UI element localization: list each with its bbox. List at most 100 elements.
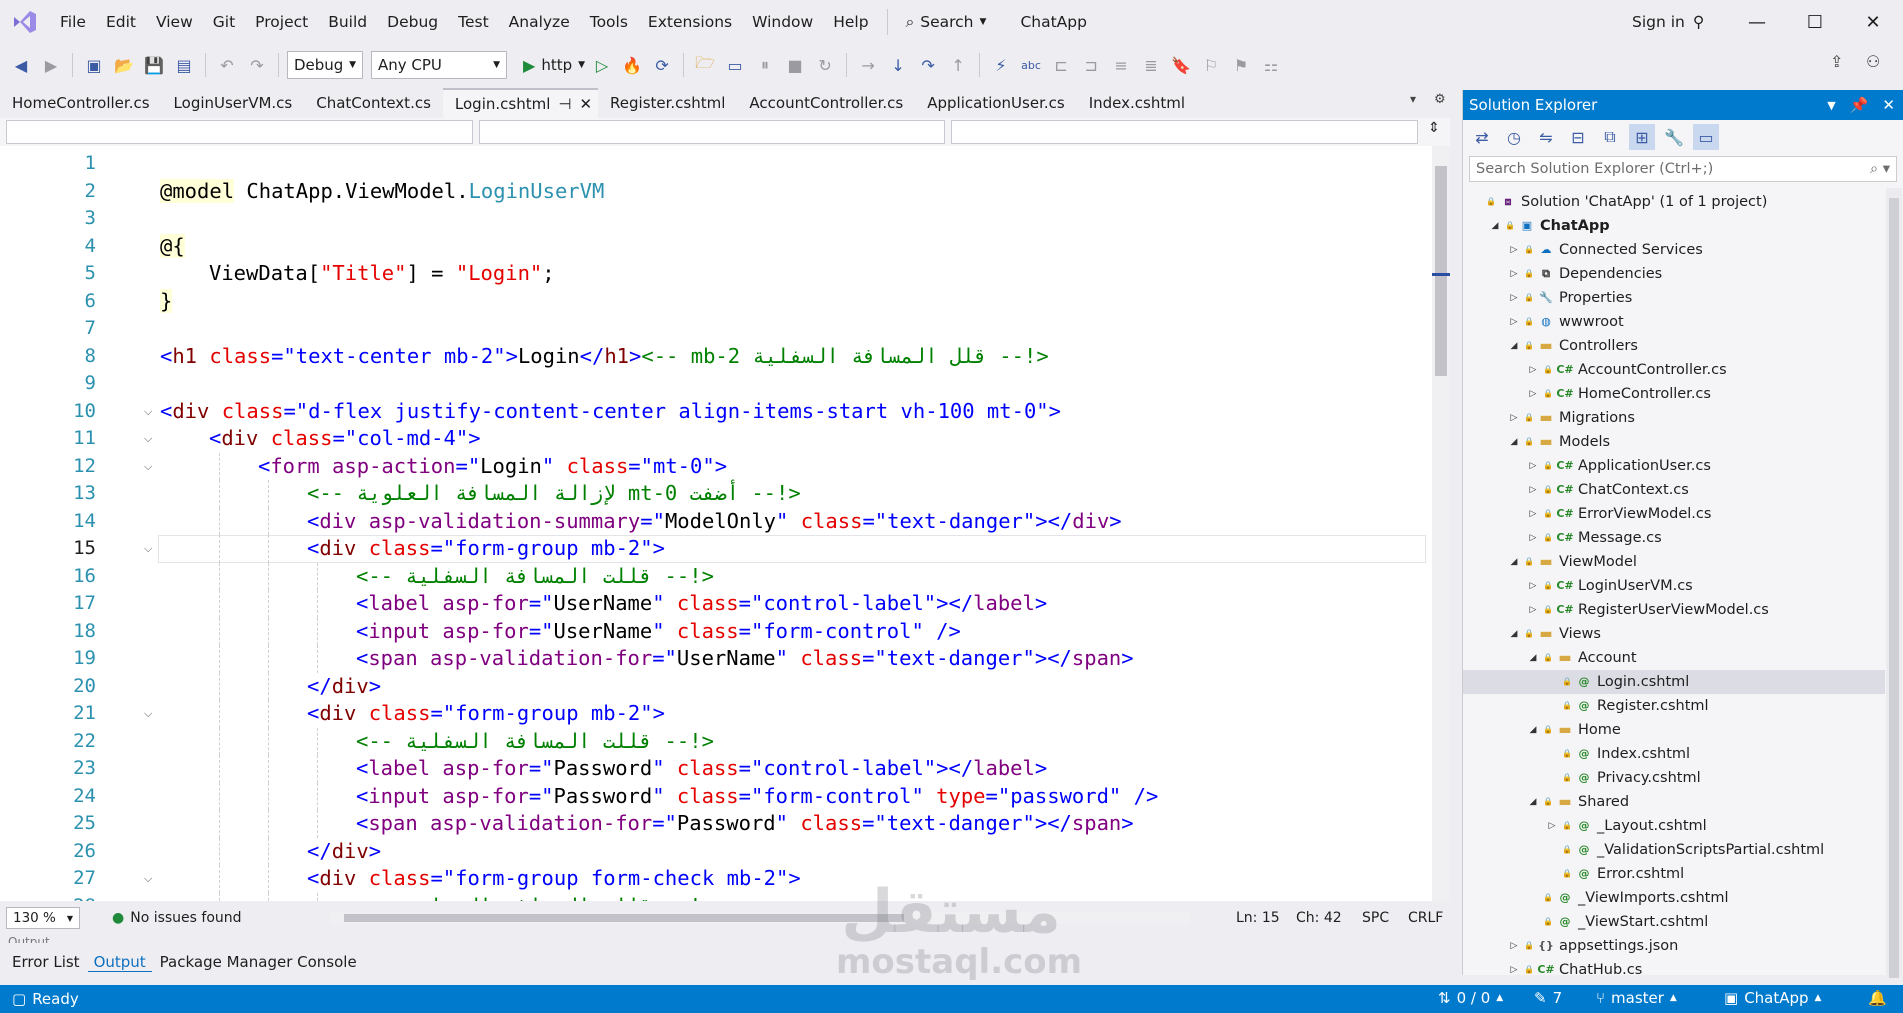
pending-changes-icon[interactable]: ◷ <box>1501 124 1527 150</box>
tree-scrollbar[interactable] <box>1886 188 1902 978</box>
expand-arrow-icon[interactable]: ▷ <box>1509 958 1519 982</box>
close-panel-icon[interactable]: ✕ <box>1882 96 1895 114</box>
collapse-arrow-icon[interactable]: ◢ <box>1509 622 1519 646</box>
expand-arrow-icon[interactable]: ▷ <box>1509 934 1519 958</box>
git-changes-indicator[interactable]: ⇅ 0 / 0 ▲ <box>1426 989 1515 1007</box>
expand-arrow-icon[interactable]: ▷ <box>1528 526 1538 550</box>
redo-icon[interactable]: ↷ <box>244 52 270 78</box>
expand-arrow-icon[interactable]: ▷ <box>1509 310 1519 334</box>
maximize-button[interactable]: ☐ <box>1786 0 1844 44</box>
tree-item[interactable]: ▷ 🔒 C# LoginUserVM.cs <box>1463 574 1885 598</box>
configuration-dropdown[interactable]: Debug ▼ <box>287 51 363 79</box>
collapse-arrow-icon[interactable]: ◢ <box>1509 430 1519 454</box>
tree-item[interactable]: ▷ 🔒 ▬ Migrations <box>1463 406 1885 430</box>
solution-explorer-search[interactable]: Search Solution Explorer (Ctrl+;) ⌕ ▾ <box>1469 156 1897 182</box>
tree-item[interactable]: 🔒 @ Login.cshtml <box>1463 670 1885 694</box>
restart-icon[interactable]: ↻ <box>812 52 838 78</box>
minimize-button[interactable]: — <box>1728 0 1786 44</box>
clear-bookmarks-icon[interactable]: ⚏ <box>1258 52 1284 78</box>
menu-item-window[interactable]: Window <box>742 0 823 44</box>
layout-icon[interactable]: ▭ <box>722 52 748 78</box>
undo-icon[interactable]: ↶ <box>214 52 240 78</box>
previous-bookmark-icon[interactable]: ⚐ <box>1198 52 1224 78</box>
collapse-arrow-icon[interactable]: ◢ <box>1509 334 1519 358</box>
menu-item-tools[interactable]: Tools <box>580 0 638 44</box>
expand-arrow-icon[interactable]: ▷ <box>1528 358 1538 382</box>
share-icon[interactable]: ⇪ <box>1830 52 1843 71</box>
show-all-files-icon[interactable]: ⧉ <box>1597 124 1623 150</box>
tab-accountcontroller-cs[interactable]: AccountController.cs <box>737 88 915 118</box>
expand-arrow-icon[interactable]: ▷ <box>1547 814 1557 838</box>
fold-chevron-icon[interactable]: ⌵ <box>144 700 152 728</box>
repository-indicator[interactable]: ▣ ChatApp ▲ <box>1712 989 1833 1007</box>
collapse-arrow-icon[interactable]: ◢ <box>1528 646 1538 670</box>
start-debugging-button[interactable]: ▶ http ▼ <box>523 56 585 75</box>
tree-item[interactable]: ▷ 🔒 @ _Layout.cshtml <box>1463 814 1885 838</box>
menu-item-analyze[interactable]: Analyze <box>499 0 580 44</box>
expand-arrow-icon[interactable]: ▷ <box>1528 598 1538 622</box>
menu-item-project[interactable]: Project <box>245 0 318 44</box>
line-indicator[interactable]: Ln: 15 <box>1236 910 1280 926</box>
feedback-icon[interactable]: ⚇ <box>1866 52 1880 71</box>
show-next-statement-icon[interactable]: → <box>855 52 881 78</box>
expand-arrow-icon[interactable]: ▷ <box>1528 478 1538 502</box>
menu-item-file[interactable]: File <box>50 0 96 44</box>
tab-chatcontext-cs[interactable]: ChatContext.cs <box>304 88 443 118</box>
tree-item[interactable]: 🔒 @ _ViewStart.cshtml <box>1463 910 1885 934</box>
notifications-bell-icon[interactable]: 🔔 <box>1868 989 1887 1007</box>
column-indicator[interactable]: Ch: 42 <box>1296 910 1342 926</box>
collapse-arrow-icon[interactable]: ◢ <box>1528 790 1538 814</box>
menu-item-help[interactable]: Help <box>823 0 878 44</box>
tree-item[interactable]: 🔒 @ _ViewImports.cshtml <box>1463 886 1885 910</box>
split-editor-icon[interactable]: ⇕ <box>1424 120 1444 144</box>
tree-item[interactable]: ▷ 🔒 🔧 Properties <box>1463 286 1885 310</box>
tree-item[interactable]: ◢ 🔒 ▬ Account <box>1463 646 1885 670</box>
next-bookmark-icon[interactable]: ⚑ <box>1228 52 1254 78</box>
switch-views-icon[interactable]: ⇄ <box>1469 124 1495 150</box>
bottom-tab-error-list[interactable]: Error List <box>6 953 86 972</box>
tab-register-cshtml[interactable]: Register.cshtml <box>598 88 737 118</box>
tree-item[interactable]: 🔒 @ Error.cshtml <box>1463 862 1885 886</box>
bookmark-icon[interactable]: 🔖 <box>1168 52 1194 78</box>
collapse-arrow-icon[interactable]: ◢ <box>1490 214 1500 238</box>
collapse-arrow-icon[interactable]: ◢ <box>1528 718 1538 742</box>
navigate-back-icon[interactable]: ◀ <box>8 52 34 78</box>
indent-icon[interactable]: ≣ <box>1138 52 1164 78</box>
tab-applicationuser-cs[interactable]: ApplicationUser.cs <box>915 88 1076 118</box>
expand-arrow-icon[interactable]: ▷ <box>1528 574 1538 598</box>
start-without-debugging-icon[interactable]: ▷ <box>589 52 615 78</box>
tree-item[interactable]: ◢ 🔒 ▣ ChatApp <box>1463 214 1885 238</box>
horizontal-scrollbar[interactable] <box>330 912 1190 924</box>
edits-indicator[interactable]: ✎ 7 <box>1522 989 1574 1007</box>
new-item-icon[interactable]: ▣ <box>81 52 107 78</box>
hot-reload-icon[interactable]: 🔥 <box>619 52 645 78</box>
expand-arrow-icon[interactable]: ▷ <box>1509 238 1519 262</box>
step-out-icon[interactable]: ↑ <box>945 52 971 78</box>
tree-item[interactable]: ◢ 🔒 ▬ Views <box>1463 622 1885 646</box>
refresh-icon[interactable]: ⟳ <box>649 52 675 78</box>
spell-check-icon[interactable]: abc <box>1018 52 1044 78</box>
tree-item[interactable]: ▷ 🔒 C# ApplicationUser.cs <box>1463 454 1885 478</box>
close-button[interactable]: ✕ <box>1844 0 1902 44</box>
tree-item[interactable]: ▷ 🔒 C# ChatHub.cs <box>1463 958 1885 982</box>
stop-icon[interactable]: ■ <box>782 52 808 78</box>
tree-item[interactable]: 🔒 ⧈ Solution 'ChatApp' (1 of 1 project) <box>1463 190 1885 214</box>
tree-item[interactable]: ◢ 🔒 ▬ Shared <box>1463 790 1885 814</box>
close-tab-icon[interactable]: ✕ <box>579 89 592 119</box>
tree-item[interactable]: ◢ 🔒 ▬ Controllers <box>1463 334 1885 358</box>
menu-item-test[interactable]: Test <box>448 0 499 44</box>
tree-item[interactable]: ▷ 🔒 C# ChatContext.cs <box>1463 478 1885 502</box>
zoom-dropdown[interactable]: 130 % ▼ <box>6 907 80 929</box>
step-over-icon[interactable]: ↷ <box>915 52 941 78</box>
filter-icon[interactable]: ⊞ <box>1629 124 1655 150</box>
expand-arrow-icon[interactable]: ▷ <box>1509 286 1519 310</box>
code-editor[interactable]: 1 2 @model ChatApp.ViewModel.LoginUserVM 3 4… <box>0 146 1450 901</box>
menu-item-extensions[interactable]: Extensions <box>638 0 742 44</box>
navigate-forward-icon[interactable]: ▶ <box>38 52 64 78</box>
tab-overflow-icon[interactable]: ▾ <box>1410 92 1416 106</box>
expand-arrow-icon[interactable]: ▷ <box>1528 382 1538 406</box>
tree-item[interactable]: ▷ 🔒 {} appsettings.json <box>1463 934 1885 958</box>
outdent-icon[interactable]: ≡ <box>1108 52 1134 78</box>
tree-item[interactable]: ▷ 🔒 C# AccountController.cs <box>1463 358 1885 382</box>
tree-scrollbar-thumb[interactable] <box>1889 198 1899 978</box>
